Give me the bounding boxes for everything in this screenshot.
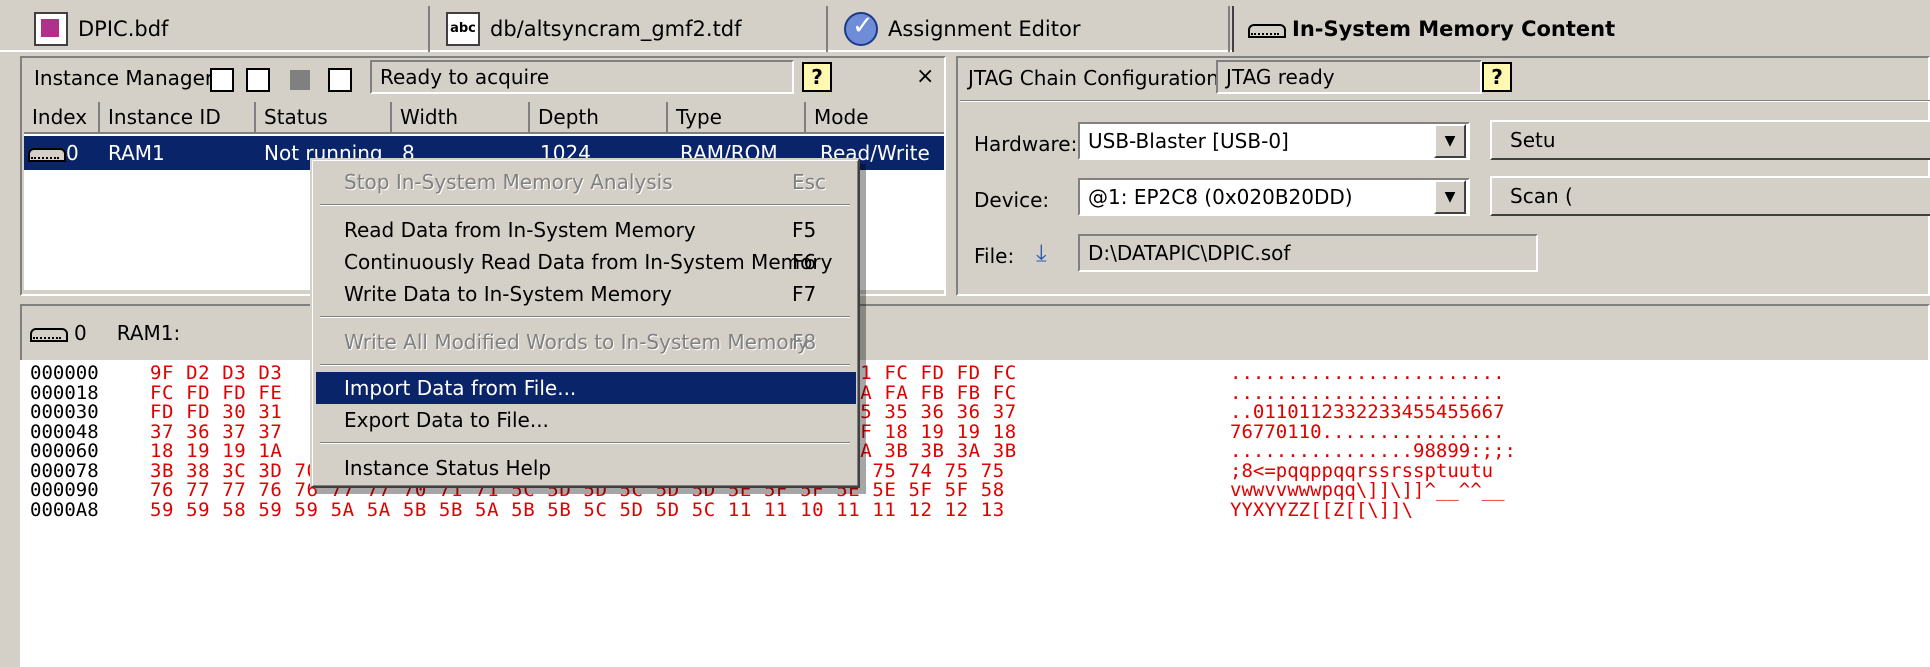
tab-in-system-memory-content[interactable]: In-System Memory Content — [1232, 6, 1930, 52]
hex-editor[interactable]: 0000009F D2 D3 D3 D7 D4 D0 D1 FC FD FD F… — [20, 360, 1930, 667]
read-data-toolbar-icon[interactable] — [328, 68, 352, 92]
close-icon[interactable]: × — [916, 64, 934, 89]
tab-label: DPIC.bdf — [78, 17, 169, 41]
assignment-editor-icon — [844, 11, 878, 46]
tab-label: Assignment Editor — [888, 17, 1081, 41]
hex-ascii[interactable]: ........................ — [1230, 364, 1505, 383]
memory-view-header: 0 RAM1: — [30, 318, 180, 348]
column-header-width[interactable]: Width — [392, 102, 530, 132]
menu-separator — [320, 204, 850, 206]
column-header-type[interactable]: Type — [668, 102, 806, 132]
hex-address: 000060 — [30, 440, 99, 462]
hex-address: 000000 — [30, 362, 99, 384]
instance-manager-status: Ready to acquire — [370, 60, 794, 94]
hex-address: 000018 — [30, 381, 99, 404]
instance-manager-label: Instance Manager: — [34, 66, 220, 90]
memory-icon — [28, 144, 66, 162]
hex-ascii[interactable]: YYXYYZZ[[Z[[\]]\ — [1230, 500, 1413, 520]
row-instance-id: RAM1 — [108, 141, 165, 165]
file-path-field[interactable]: D:\DATAPIC\DPIC.sof — [1078, 234, 1538, 272]
download-icon[interactable]: ⤓ — [1036, 238, 1068, 268]
tab-dpic-bdf[interactable]: DPIC.bdf — [20, 6, 430, 52]
menu-item-continuously-read[interactable]: Continuously Read Data from In-System Me… — [316, 246, 856, 278]
device-select[interactable]: @1: EP2C8 (0x020B20DD) — [1078, 178, 1470, 216]
hex-ascii[interactable]: ................98899:;;: — [1230, 442, 1516, 461]
column-header-instance-id[interactable]: Instance ID — [100, 102, 256, 132]
memory-view-name: RAM1: — [116, 321, 181, 345]
scan-chain-button[interactable]: Scan ( — [1490, 176, 1930, 216]
hex-ascii[interactable]: ..0110112332233455455667 — [1230, 403, 1505, 422]
autorun-toolbar-icon[interactable] — [210, 68, 234, 92]
tab-assignment-editor[interactable]: Assignment Editor — [830, 6, 1230, 52]
menu-item-write-data[interactable]: Write Data to In-System Memory F7 — [316, 278, 856, 310]
tab-label: db/altsyncram_gmf2.tdf — [490, 17, 742, 41]
menu-separator — [320, 364, 850, 366]
tab-altsyncram-tdf[interactable]: abc db/altsyncram_gmf2.tdf — [432, 6, 828, 52]
menu-item-write-all-modified: Write All Modified Words to In-System Me… — [344, 330, 817, 354]
menu-item-read-data[interactable]: Read Data from In-System Memory F5 — [316, 214, 856, 246]
stop-toolbar-icon[interactable] — [290, 70, 310, 90]
file-label: File: — [974, 244, 1015, 268]
column-header-index[interactable]: Index — [24, 102, 100, 132]
chevron-down-icon[interactable]: ▼ — [1434, 180, 1466, 214]
setup-button[interactable]: Setu — [1490, 120, 1930, 160]
hex-ascii[interactable]: ........................ — [1230, 383, 1505, 403]
hex-ascii[interactable]: ;8<=pqqppqqrssrssptuutu — [1230, 461, 1493, 481]
hex-address: 000090 — [30, 479, 99, 501]
memory-icon — [1248, 20, 1286, 38]
schematic-file-icon — [34, 12, 68, 46]
help-icon[interactable]: ? — [802, 62, 832, 92]
jtag-divider — [960, 100, 1930, 102]
chevron-down-icon[interactable]: ▼ — [1434, 124, 1466, 158]
menu-item-instance-status-help[interactable]: Instance Status Help — [316, 452, 856, 484]
hardware-label: Hardware: — [974, 132, 1078, 156]
hex-address: 000048 — [30, 420, 99, 443]
jtag-chain-label: JTAG Chain Configuration: — [968, 66, 1226, 90]
hex-bytes[interactable]: 59 59 58 59 59 5A 5A 5B 5B 5A 5B 5B 5C 5… — [150, 500, 1005, 520]
menu-separator — [320, 316, 850, 318]
device-label: Device: — [974, 188, 1050, 212]
run-analysis-toolbar-icon[interactable] — [246, 68, 270, 92]
context-menu: Stop In-System Memory Analysis Esc Read … — [310, 158, 860, 488]
column-header-mode[interactable]: Mode — [806, 102, 944, 132]
column-header-depth[interactable]: Depth — [530, 102, 668, 132]
hex-address: 000030 — [30, 401, 99, 423]
hex-address: 0000A8 — [30, 498, 99, 521]
column-header-status[interactable]: Status — [256, 102, 392, 132]
hex-ascii[interactable]: vwwvvwwwpqq\]]\]]^__^^__ — [1230, 481, 1505, 500]
hex-ascii[interactable]: 76770110................ — [1230, 422, 1505, 442]
jtag-status: JTAG ready — [1216, 60, 1482, 94]
row-index: 0 — [66, 141, 79, 165]
hex-address: 000078 — [30, 459, 99, 482]
hardware-select[interactable]: USB-Blaster [USB-0] — [1078, 122, 1470, 160]
memory-icon — [30, 324, 68, 342]
help-icon[interactable]: ? — [1482, 62, 1512, 92]
document-tab-bar: DPIC.bdf abc db/altsyncram_gmf2.tdf Assi… — [0, 0, 1930, 52]
memory-view-index: 0 — [74, 321, 87, 345]
text-file-icon: abc — [446, 12, 480, 46]
menu-separator — [320, 442, 850, 444]
menu-item-stop-analysis: Stop In-System Memory Analysis Esc — [344, 170, 827, 194]
menu-item-export-data[interactable]: Export Data to File... — [316, 404, 856, 436]
menu-item-import-data[interactable]: Import Data from File... — [316, 372, 856, 404]
tab-label: In-System Memory Content — [1292, 17, 1616, 41]
